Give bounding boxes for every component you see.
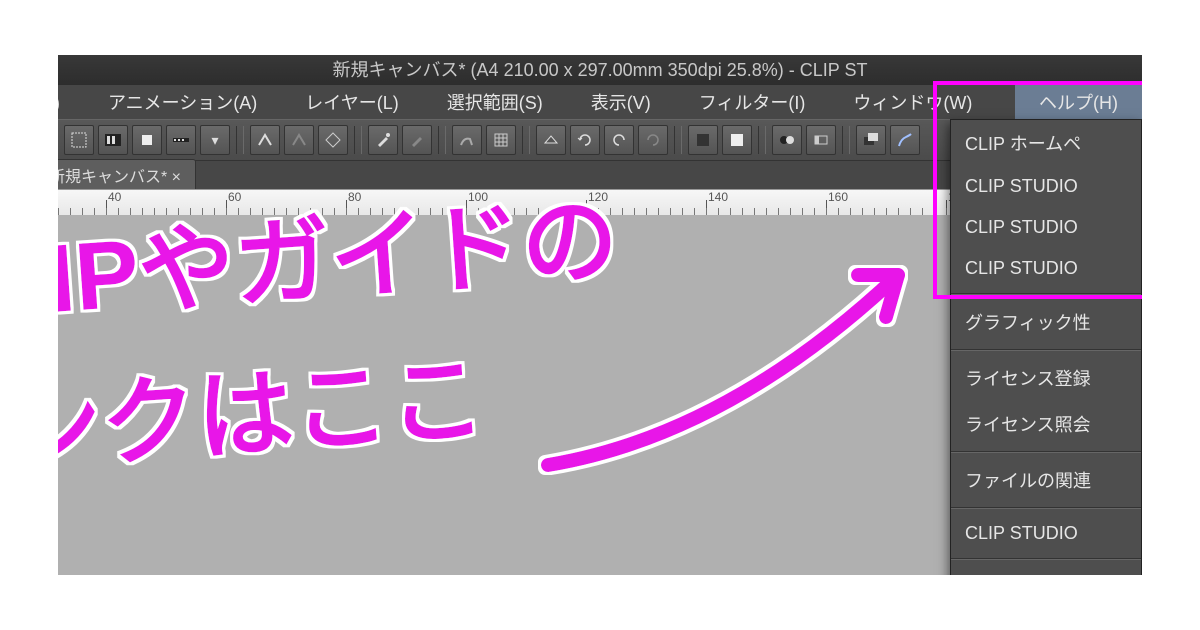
grid-icon[interactable] [486, 125, 516, 155]
menu-bar: 理(P) アニメーション(A) レイヤー(L) 選択範囲(S) 表示(V) フィ… [58, 85, 1142, 119]
help-dropdown: CLIP ホームペ CLIP STUDIO CLIP STUDIO CLIP S… [950, 119, 1142, 575]
rotate-icon[interactable] [638, 125, 668, 155]
eyedropper-icon[interactable] [402, 125, 432, 155]
toolbar-separator [674, 126, 682, 154]
help-menu-item[interactable]: ライセンス登録 [951, 355, 1141, 401]
menu-item-view[interactable]: 表示(V) [567, 85, 675, 119]
toolbar-separator [236, 126, 244, 154]
tool-icon[interactable] [688, 125, 718, 155]
menu-item-selection[interactable]: 選択範囲(S) [423, 85, 567, 119]
tool-icon[interactable] [772, 125, 802, 155]
tool-icon[interactable] [318, 125, 348, 155]
menu-item-filter[interactable]: フィルター(I) [675, 85, 830, 119]
chevron-down-icon[interactable]: ▾ [200, 125, 230, 155]
help-menu-item[interactable]: CLIP STUDIO [951, 513, 1141, 554]
tool-icon[interactable] [806, 125, 836, 155]
rotate-icon[interactable] [570, 125, 600, 155]
rotate-icon[interactable] [604, 125, 634, 155]
menu-item-help[interactable]: ヘルプ(H) [1015, 85, 1142, 119]
help-menu-item[interactable]: グラフィック性 [951, 299, 1141, 345]
menu-separator [951, 558, 1141, 560]
tool-icon[interactable] [856, 125, 886, 155]
help-menu-item[interactable]: CLIP STUDIO [951, 248, 1141, 289]
tool-icon[interactable] [98, 125, 128, 155]
ruler-label: 60 [228, 190, 241, 204]
ruler-label: 160 [828, 190, 848, 204]
eyedropper-icon[interactable] [368, 125, 398, 155]
menu-separator [951, 293, 1141, 295]
tool-icon[interactable] [536, 125, 566, 155]
tool-icon[interactable] [452, 125, 482, 155]
toolbar-separator [522, 126, 530, 154]
menu-item-manage[interactable]: 理(P) [58, 85, 84, 119]
toolbar-separator [354, 126, 362, 154]
app-window: 新規キャンバス* (A4 210.00 x 297.00mm 350dpi 25… [58, 55, 1142, 575]
help-menu-item[interactable]: ファイルの関連 [951, 457, 1141, 503]
window-title: 新規キャンバス* (A4 210.00 x 297.00mm 350dpi 25… [58, 55, 1142, 85]
tool-icon[interactable] [250, 125, 280, 155]
document-tab[interactable]: 新規キャンバス* × [58, 159, 196, 189]
menu-item-animation[interactable]: アニメーション(A) [84, 85, 281, 119]
tool-icon[interactable] [166, 125, 196, 155]
help-menu-item[interactable]: CLIP STUDIO [951, 207, 1141, 248]
menu-separator [951, 349, 1141, 351]
ruler-label: 120 [588, 190, 608, 204]
ruler-label: 100 [468, 190, 488, 204]
toolbar-separator [758, 126, 766, 154]
tool-icon[interactable] [722, 125, 752, 155]
ruler-label: 80 [348, 190, 361, 204]
menu-item-layer[interactable]: レイヤー(L) [281, 85, 422, 119]
menu-separator [951, 451, 1141, 453]
tool-icon[interactable] [64, 125, 94, 155]
help-menu-item[interactable]: ライセンス照会 [951, 401, 1141, 447]
tool-icon[interactable] [284, 125, 314, 155]
menu-item-window[interactable]: ウィンドウ(W) [829, 85, 996, 119]
help-menu-item[interactable]: バージョン情報 [951, 564, 1141, 575]
menu-separator [951, 507, 1141, 509]
toolbar-separator [438, 126, 446, 154]
help-menu-item[interactable]: CLIP STUDIO [951, 166, 1141, 207]
brush-icon[interactable] [890, 125, 920, 155]
ruler-label: 40 [108, 190, 121, 204]
ruler-label: 140 [708, 190, 728, 204]
toolbar-separator [842, 126, 850, 154]
tool-icon[interactable] [132, 125, 162, 155]
help-menu-item[interactable]: CLIP ホームペ [951, 120, 1141, 166]
